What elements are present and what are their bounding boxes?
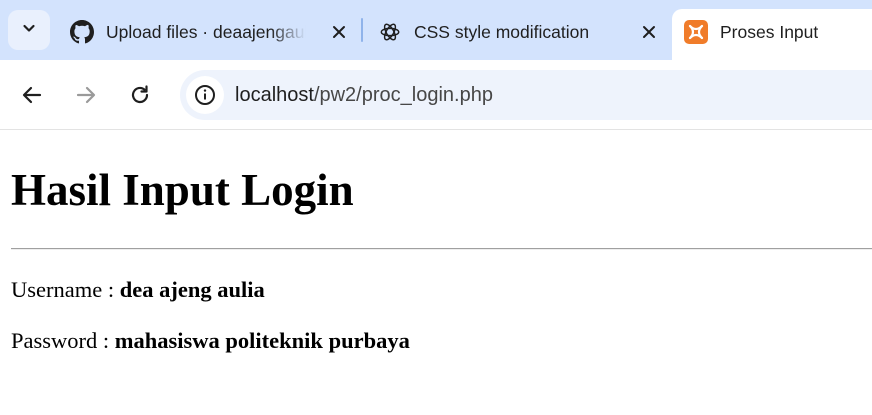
- page-heading: Hasil Input Login: [11, 165, 354, 215]
- url-path: /pw2/proc_login.php: [313, 83, 493, 106]
- username-label: Username :: [11, 277, 120, 302]
- back-button[interactable]: [16, 79, 48, 111]
- tab-search-button[interactable]: [8, 10, 50, 50]
- tab-proses-input[interactable]: Proses Input: [684, 10, 864, 54]
- url-host: localhost: [235, 83, 314, 106]
- tab-css-style[interactable]: CSS style modification: [378, 10, 660, 54]
- site-info-button[interactable]: [186, 76, 224, 114]
- arrow-right-icon: [76, 86, 96, 104]
- address-bar[interactable]: localhost/pw2/proc_login.php: [180, 70, 872, 120]
- xampp-icon: [684, 20, 708, 44]
- info-icon: [195, 85, 215, 105]
- tab-title: Upload files · deaajengaulia: [106, 21, 306, 42]
- github-icon: [70, 20, 94, 44]
- forward-button[interactable]: [70, 79, 102, 111]
- chatgpt-icon: [378, 20, 402, 44]
- close-icon[interactable]: [638, 21, 660, 43]
- tab-upload-files[interactable]: Upload files · deaajengaulia: [70, 10, 350, 54]
- tab-strip: Upload files · deaajengaulia CSS style m…: [0, 0, 872, 60]
- password-label: Password :: [11, 328, 115, 353]
- tab-title: CSS style modification: [414, 21, 590, 42]
- password-value: mahasiswa politeknik purbaya: [114, 328, 410, 353]
- tab-divider: [361, 18, 363, 42]
- reload-button[interactable]: [124, 79, 156, 111]
- tab-title: Proses Input: [720, 21, 819, 42]
- chevron-down-icon: [21, 20, 37, 41]
- url-text: localhost/pw2/proc_login.php: [235, 84, 493, 107]
- password-line: Password : mahasiswa politeknik purbaya: [11, 328, 410, 353]
- reload-icon: [131, 85, 149, 104]
- close-icon[interactable]: [328, 21, 350, 43]
- arrow-left-icon: [22, 86, 42, 104]
- username-value: dea ajeng aulia: [119, 277, 265, 302]
- browser-toolbar: localhost/pw2/proc_login.php: [0, 60, 872, 130]
- horizontal-rule: [11, 248, 872, 250]
- username-line: Username : dea ajeng aulia: [11, 277, 265, 302]
